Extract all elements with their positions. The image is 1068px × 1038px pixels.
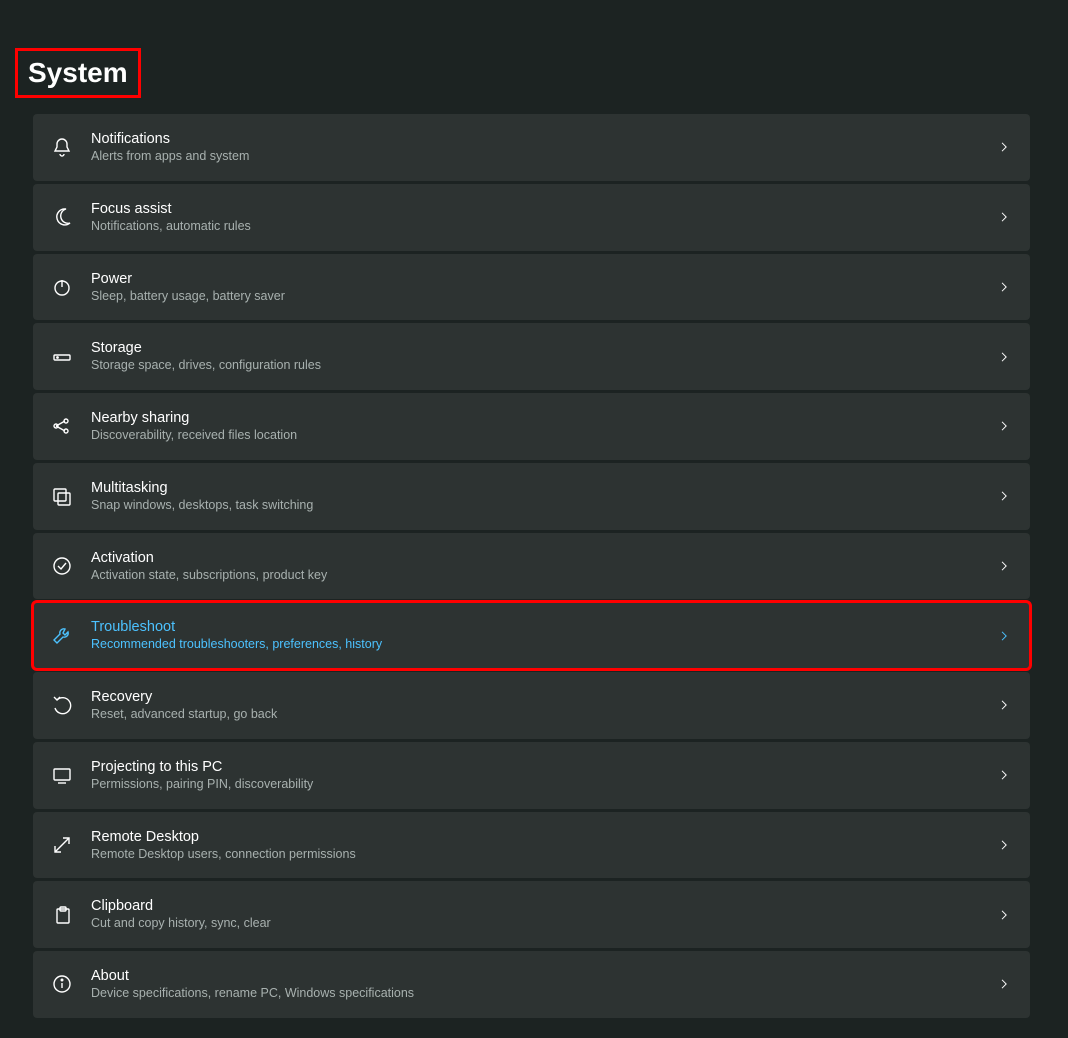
chevron-right-icon bbox=[998, 838, 1012, 852]
settings-item-texts: AboutDevice specifications, rename PC, W… bbox=[91, 967, 998, 1002]
settings-item-desc: Permissions, pairing PIN, discoverabilit… bbox=[91, 777, 998, 793]
chevron-right-icon bbox=[998, 489, 1012, 503]
project-icon bbox=[51, 764, 73, 786]
settings-item-title: Remote Desktop bbox=[91, 828, 998, 846]
settings-item-clipboard[interactable]: ClipboardCut and copy history, sync, cle… bbox=[33, 881, 1030, 948]
settings-item-texts: NotificationsAlerts from apps and system bbox=[91, 130, 998, 165]
recovery-icon bbox=[51, 694, 73, 716]
chevron-right-icon bbox=[998, 419, 1012, 433]
settings-item-texts: ActivationActivation state, subscription… bbox=[91, 549, 998, 584]
settings-item-texts: Remote DesktopRemote Desktop users, conn… bbox=[91, 828, 998, 863]
settings-item-power[interactable]: PowerSleep, battery usage, battery saver bbox=[33, 254, 1030, 321]
settings-item-desc: Sleep, battery usage, battery saver bbox=[91, 289, 998, 305]
settings-item-desc: Device specifications, rename PC, Window… bbox=[91, 986, 998, 1002]
settings-item-texts: Nearby sharingDiscoverability, received … bbox=[91, 409, 998, 444]
settings-item-desc: Recommended troubleshooters, preferences… bbox=[91, 637, 998, 653]
settings-item-title: About bbox=[91, 967, 998, 985]
settings-item-desc: Reset, advanced startup, go back bbox=[91, 707, 998, 723]
settings-item-projecting[interactable]: Projecting to this PCPermissions, pairin… bbox=[33, 742, 1030, 809]
settings-item-title: Clipboard bbox=[91, 897, 998, 915]
settings-item-title: Recovery bbox=[91, 688, 998, 706]
settings-item-focus-assist[interactable]: Focus assistNotifications, automatic rul… bbox=[33, 184, 1030, 251]
chevron-right-icon bbox=[998, 629, 1012, 643]
settings-item-desc: Activation state, subscriptions, product… bbox=[91, 568, 998, 584]
settings-item-about[interactable]: AboutDevice specifications, rename PC, W… bbox=[33, 951, 1030, 1018]
settings-list: NotificationsAlerts from apps and system… bbox=[0, 114, 1068, 1038]
chevron-right-icon bbox=[998, 908, 1012, 922]
wrench-icon bbox=[51, 625, 73, 647]
settings-item-title: Activation bbox=[91, 549, 998, 567]
settings-item-texts: ClipboardCut and copy history, sync, cle… bbox=[91, 897, 998, 932]
drive-icon bbox=[51, 346, 73, 368]
settings-item-title: Multitasking bbox=[91, 479, 998, 497]
settings-item-texts: RecoveryReset, advanced startup, go back bbox=[91, 688, 998, 723]
settings-item-desc: Discoverability, received files location bbox=[91, 428, 998, 444]
settings-item-recovery[interactable]: RecoveryReset, advanced startup, go back bbox=[33, 672, 1030, 739]
settings-item-activation[interactable]: ActivationActivation state, subscription… bbox=[33, 533, 1030, 600]
settings-item-title: Power bbox=[91, 270, 998, 288]
chevron-right-icon bbox=[998, 210, 1012, 224]
moon-icon bbox=[51, 206, 73, 228]
chevron-right-icon bbox=[998, 350, 1012, 364]
settings-item-notifications[interactable]: NotificationsAlerts from apps and system bbox=[33, 114, 1030, 181]
settings-item-title: Storage bbox=[91, 339, 998, 357]
chevron-right-icon bbox=[998, 977, 1012, 991]
settings-item-desc: Cut and copy history, sync, clear bbox=[91, 916, 998, 932]
settings-item-texts: MultitaskingSnap windows, desktops, task… bbox=[91, 479, 998, 514]
check-circle-icon bbox=[51, 555, 73, 577]
chevron-right-icon bbox=[998, 140, 1012, 154]
remote-icon bbox=[51, 834, 73, 856]
settings-item-desc: Storage space, drives, configuration rul… bbox=[91, 358, 998, 374]
chevron-right-icon bbox=[998, 280, 1012, 294]
settings-item-desc: Alerts from apps and system bbox=[91, 149, 998, 165]
settings-item-title: Troubleshoot bbox=[91, 618, 998, 636]
multitask-icon bbox=[51, 485, 73, 507]
settings-item-remote-desktop[interactable]: Remote DesktopRemote Desktop users, conn… bbox=[33, 812, 1030, 879]
settings-item-texts: Projecting to this PCPermissions, pairin… bbox=[91, 758, 998, 793]
settings-item-title: Notifications bbox=[91, 130, 998, 148]
settings-item-title: Projecting to this PC bbox=[91, 758, 998, 776]
chevron-right-icon bbox=[998, 698, 1012, 712]
settings-item-desc: Notifications, automatic rules bbox=[91, 219, 998, 235]
settings-item-desc: Remote Desktop users, connection permiss… bbox=[91, 847, 998, 863]
settings-item-texts: StorageStorage space, drives, configurat… bbox=[91, 339, 998, 374]
chevron-right-icon bbox=[998, 559, 1012, 573]
info-icon bbox=[51, 973, 73, 995]
settings-item-multitasking[interactable]: MultitaskingSnap windows, desktops, task… bbox=[33, 463, 1030, 530]
settings-item-texts: Focus assistNotifications, automatic rul… bbox=[91, 200, 998, 235]
settings-item-storage[interactable]: StorageStorage space, drives, configurat… bbox=[33, 323, 1030, 390]
page-title: System bbox=[15, 48, 141, 98]
settings-item-desc: Snap windows, desktops, task switching bbox=[91, 498, 998, 514]
bell-icon bbox=[51, 136, 73, 158]
settings-item-texts: PowerSleep, battery usage, battery saver bbox=[91, 270, 998, 305]
chevron-right-icon bbox=[998, 768, 1012, 782]
share-icon bbox=[51, 415, 73, 437]
settings-item-title: Nearby sharing bbox=[91, 409, 998, 427]
settings-item-texts: TroubleshootRecommended troubleshooters,… bbox=[91, 618, 998, 653]
settings-item-nearby-sharing[interactable]: Nearby sharingDiscoverability, received … bbox=[33, 393, 1030, 460]
clipboard-icon bbox=[51, 904, 73, 926]
settings-item-troubleshoot[interactable]: TroubleshootRecommended troubleshooters,… bbox=[33, 602, 1030, 669]
power-icon bbox=[51, 276, 73, 298]
settings-item-title: Focus assist bbox=[91, 200, 998, 218]
